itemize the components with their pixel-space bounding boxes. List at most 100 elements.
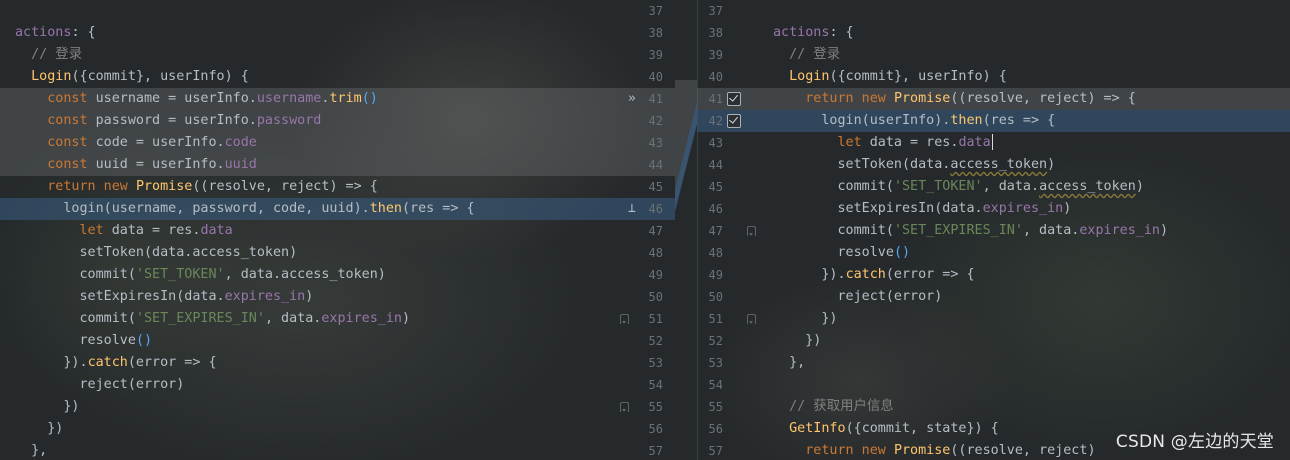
code-line[interactable]: },	[0, 440, 620, 460]
code-line[interactable]: })	[0, 396, 620, 418]
code-token: catch	[87, 355, 128, 370]
code-line[interactable]: return new Promise((resolve, reject) => …	[0, 176, 620, 198]
code-line[interactable]: login(username, password, code, uuid).th…	[0, 198, 620, 220]
code-line-text: actions: {	[773, 22, 854, 44]
code-line[interactable]: })	[763, 330, 1290, 352]
code-line[interactable]: setToken(data.access_token)	[0, 242, 620, 264]
code-token: let	[15, 223, 112, 238]
code-token: ({	[845, 421, 862, 436]
code-line[interactable]: resolve()	[763, 242, 1290, 264]
gutter-row: 47	[620, 220, 675, 242]
code-line-text: setToken(data.access_token)	[15, 242, 297, 264]
code-line[interactable]: setExpiresIn(data.expires_in)	[0, 286, 620, 308]
code-line[interactable]: let data = res.data	[0, 220, 620, 242]
code-line[interactable]: reject(error)	[763, 286, 1290, 308]
code-line[interactable]: let data = res.data	[763, 132, 1290, 154]
code-token: Login	[773, 69, 830, 84]
code-token: const	[15, 91, 96, 106]
apply-change-icon[interactable]: »	[628, 88, 636, 110]
line-number: 53	[708, 356, 723, 370]
code-token: data	[200, 223, 233, 238]
code-token: Promise	[135, 179, 193, 194]
code-line[interactable]: const password = userInfo.password	[0, 110, 620, 132]
code-line[interactable]: }).catch(error => {	[0, 352, 620, 374]
code-token: , data.	[982, 179, 1040, 194]
code-token: , data.	[1022, 223, 1080, 238]
code-line[interactable]: })	[0, 418, 620, 440]
code-line[interactable]: commit('SET_EXPIRES_IN', data.expires_in…	[763, 220, 1290, 242]
code-line[interactable]: Login({commit}, userInfo) {	[763, 66, 1290, 88]
gutter-row: 49	[697, 264, 763, 286]
code-line[interactable]: actions: {	[763, 22, 1290, 44]
code-line-text: resolve()	[15, 330, 152, 352]
code-token: commit(	[15, 311, 136, 326]
code-line-text: return new Promise((resolve, reject) => …	[773, 88, 1136, 110]
gutter-row: 48	[620, 242, 675, 264]
code-line[interactable]: const code = userInfo.code	[0, 132, 620, 154]
code-line[interactable]: setToken(data.access_token)	[763, 154, 1290, 176]
line-number: 41	[708, 92, 723, 106]
code-line[interactable]: },	[763, 352, 1290, 374]
fold-icon[interactable]	[620, 314, 629, 324]
code-line-text: setExpiresIn(data.expires_in)	[15, 286, 313, 308]
line-number: 57	[648, 444, 663, 458]
code-line[interactable]: commit('SET_TOKEN', data.access_token)	[0, 264, 620, 286]
code-line[interactable]: login(userInfo).then(res => {	[763, 110, 1290, 132]
diff-connector-strip	[675, 0, 697, 460]
line-number: 45	[648, 180, 663, 194]
code-line[interactable]: actions: {	[0, 22, 620, 44]
gutter-row: 50	[620, 286, 675, 308]
line-number: 50	[708, 290, 723, 304]
fold-icon[interactable]	[747, 226, 756, 236]
code-line[interactable]: return new Promise((resolve, reject) => …	[763, 88, 1290, 110]
code-line-text: const password = userInfo.password	[15, 110, 321, 132]
code-token: ) {	[224, 69, 249, 84]
code-token: (res => {	[401, 201, 475, 216]
line-number: 57	[708, 444, 723, 458]
code-line[interactable]: const uuid = userInfo.uuid	[0, 154, 620, 176]
line-number: 55	[708, 400, 723, 414]
fold-icon[interactable]	[747, 314, 756, 324]
accept-change-checkbox[interactable]	[727, 92, 741, 106]
code-line[interactable]: // 登录	[763, 44, 1290, 66]
merge-marker-icon[interactable]: ⊥	[628, 198, 636, 220]
code-line[interactable]: // 登录	[0, 44, 620, 66]
code-token: })	[15, 421, 64, 436]
gutter-row: 43	[697, 132, 763, 154]
code-line[interactable]: commit('SET_EXPIRES_IN', data.expires_in…	[0, 308, 620, 330]
code-line[interactable]: })	[763, 308, 1290, 330]
code-token: return new	[15, 179, 136, 194]
code-token: userInfo	[160, 69, 225, 84]
code-line[interactable]: const username = userInfo.username.trim(…	[0, 88, 620, 110]
fold-icon[interactable]	[620, 402, 629, 412]
gutter-row: 55	[697, 396, 763, 418]
line-number: 43	[708, 136, 723, 150]
code-token: let	[773, 135, 870, 150]
code-token: commit	[845, 69, 894, 84]
code-line-text: commit('SET_TOKEN', data.access_token)	[773, 176, 1143, 198]
code-line[interactable]: resolve()	[0, 330, 620, 352]
code-line[interactable]	[763, 374, 1290, 396]
code-token: ()	[893, 245, 911, 260]
code-line[interactable]: // 获取用户信息	[763, 396, 1290, 418]
left-code-pane[interactable]: actions: { // 登录 Login({commit}, userInf…	[0, 0, 620, 460]
code-line-text: let data = res.data	[773, 132, 994, 154]
code-line-text: resolve()	[773, 242, 910, 264]
code-line[interactable]	[763, 0, 1290, 22]
code-line[interactable]	[0, 0, 620, 22]
gutter-row: 46	[697, 198, 763, 220]
code-token: 'SET_TOKEN'	[893, 179, 983, 194]
code-line[interactable]: Login({commit}, userInfo) {	[0, 66, 620, 88]
code-line[interactable]: commit('SET_TOKEN', data.access_token)	[763, 176, 1290, 198]
right-code-pane[interactable]: actions: { // 登录 Login({commit}, userInf…	[763, 0, 1290, 460]
line-number: 54	[708, 378, 723, 392]
code-line[interactable]: setExpiresIn(data.expires_in)	[763, 198, 1290, 220]
gutter-row: 47	[697, 220, 763, 242]
code-token: reject(error)	[15, 377, 185, 392]
code-line[interactable]: reject(error)	[0, 374, 620, 396]
code-token: )	[1063, 201, 1072, 216]
code-line[interactable]: }).catch(error => {	[763, 264, 1290, 286]
gutter-row: 45	[620, 176, 675, 198]
accept-change-checkbox[interactable]	[727, 114, 741, 128]
code-token: ({	[829, 69, 846, 84]
